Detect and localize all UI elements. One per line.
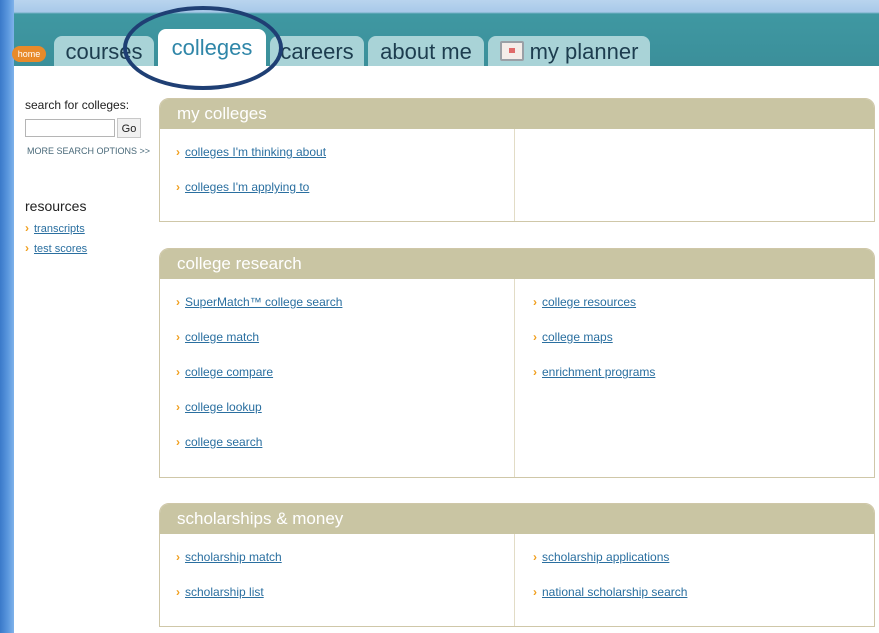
- link-colleges-thinking-about[interactable]: colleges I'm thinking about: [185, 145, 326, 159]
- highlight-ring: [123, 6, 283, 90]
- link-college-resources[interactable]: college resources: [542, 295, 636, 309]
- sidebar-link-test-scores[interactable]: test scores: [34, 243, 87, 255]
- link-scholarship-applications[interactable]: scholarship applications: [542, 550, 669, 564]
- chevron-right-icon: ›: [176, 180, 180, 194]
- list-item[interactable]: › scholarship list: [176, 585, 264, 599]
- list-item[interactable]: › colleges I'm applying to: [176, 180, 309, 194]
- chevron-right-icon: ›: [176, 330, 180, 344]
- tab-my-planner-label: my planner: [529, 39, 639, 64]
- more-search-options-link[interactable]: MORE SEARCH OPTIONS >>: [27, 146, 150, 156]
- link-enrichment-programs[interactable]: enrichment programs: [542, 365, 655, 379]
- link-supermatch[interactable]: SuperMatch™ college search: [185, 295, 342, 309]
- link-scholarship-list[interactable]: scholarship list: [185, 585, 264, 599]
- link-college-maps[interactable]: college maps: [542, 330, 613, 344]
- panel-title: scholarships & money: [160, 504, 874, 534]
- panel-left-column: › scholarship match › scholarship list: [160, 534, 515, 626]
- link-college-match[interactable]: college match: [185, 330, 259, 344]
- link-college-search[interactable]: college search: [185, 435, 262, 449]
- list-item[interactable]: › college match: [176, 330, 259, 344]
- sidebar-item-test-scores[interactable]: › test scores: [25, 241, 87, 255]
- college-search-input[interactable]: [25, 119, 115, 137]
- tab-about-me[interactable]: about me: [368, 36, 484, 66]
- panel-title: college research: [160, 249, 874, 279]
- go-button[interactable]: Go: [117, 118, 141, 138]
- chevron-right-icon: ›: [533, 295, 537, 309]
- panel-scholarships-money: scholarships & money › scholarship match …: [159, 503, 875, 627]
- chevron-right-icon: ›: [25, 221, 29, 235]
- sidebar-link-transcripts[interactable]: transcripts: [34, 223, 85, 235]
- chevron-right-icon: ›: [176, 400, 180, 414]
- list-item[interactable]: › scholarship match: [176, 550, 282, 564]
- chevron-right-icon: ›: [533, 550, 537, 564]
- link-college-lookup[interactable]: college lookup: [185, 400, 262, 414]
- panel-left-column: › colleges I'm thinking about › colleges I…: [160, 129, 515, 221]
- panel-title: my colleges: [160, 99, 874, 129]
- chevron-right-icon: ›: [533, 365, 537, 379]
- link-national-scholarship-search[interactable]: national scholarship search: [542, 585, 687, 599]
- list-item[interactable]: › enrichment programs: [533, 365, 655, 379]
- list-item[interactable]: › college compare: [176, 365, 273, 379]
- list-item[interactable]: › college lookup: [176, 400, 262, 414]
- planner-icon: [499, 41, 524, 61]
- link-college-compare[interactable]: college compare: [185, 365, 273, 379]
- list-item[interactable]: › SuperMatch™ college search: [176, 295, 342, 309]
- resources-heading: resources: [25, 198, 87, 214]
- list-item[interactable]: › colleges I'm thinking about: [176, 145, 326, 159]
- home-tab[interactable]: home: [12, 46, 46, 62]
- chevron-right-icon: ›: [176, 365, 180, 379]
- link-scholarship-match[interactable]: scholarship match: [185, 550, 282, 564]
- list-item[interactable]: › college resources: [533, 295, 636, 309]
- sidebar-item-transcripts[interactable]: › transcripts: [25, 221, 85, 235]
- panel-my-colleges: my colleges › colleges I'm thinking about…: [159, 98, 875, 222]
- panel-right-column: › scholarship applications › national scho…: [515, 534, 874, 626]
- list-item[interactable]: › national scholarship search: [533, 585, 687, 599]
- panel-right-column: › college resources › college maps › enrich…: [515, 279, 874, 477]
- link-colleges-applying-to[interactable]: colleges I'm applying to: [185, 180, 309, 194]
- chevron-right-icon: ›: [533, 585, 537, 599]
- tab-careers[interactable]: careers: [270, 36, 364, 66]
- chevron-right-icon: ›: [176, 295, 180, 309]
- chevron-right-icon: ›: [176, 550, 180, 564]
- chevron-right-icon: ›: [533, 330, 537, 344]
- chevron-right-icon: ›: [176, 585, 180, 599]
- panel-left-column: › SuperMatch™ college search › college mat…: [160, 279, 515, 477]
- search-label: search for colleges:: [25, 98, 130, 112]
- tab-my-planner[interactable]: my planner: [488, 36, 650, 66]
- list-item[interactable]: › college search: [176, 435, 262, 449]
- chevron-right-icon: ›: [176, 435, 180, 449]
- chevron-right-icon: ›: [25, 241, 29, 255]
- panel-college-research: college research › SuperMatch™ college se…: [159, 248, 875, 478]
- list-item[interactable]: › scholarship applications: [533, 550, 669, 564]
- panel-right-column: [515, 129, 874, 221]
- chevron-right-icon: ›: [176, 145, 180, 159]
- list-item[interactable]: › college maps: [533, 330, 613, 344]
